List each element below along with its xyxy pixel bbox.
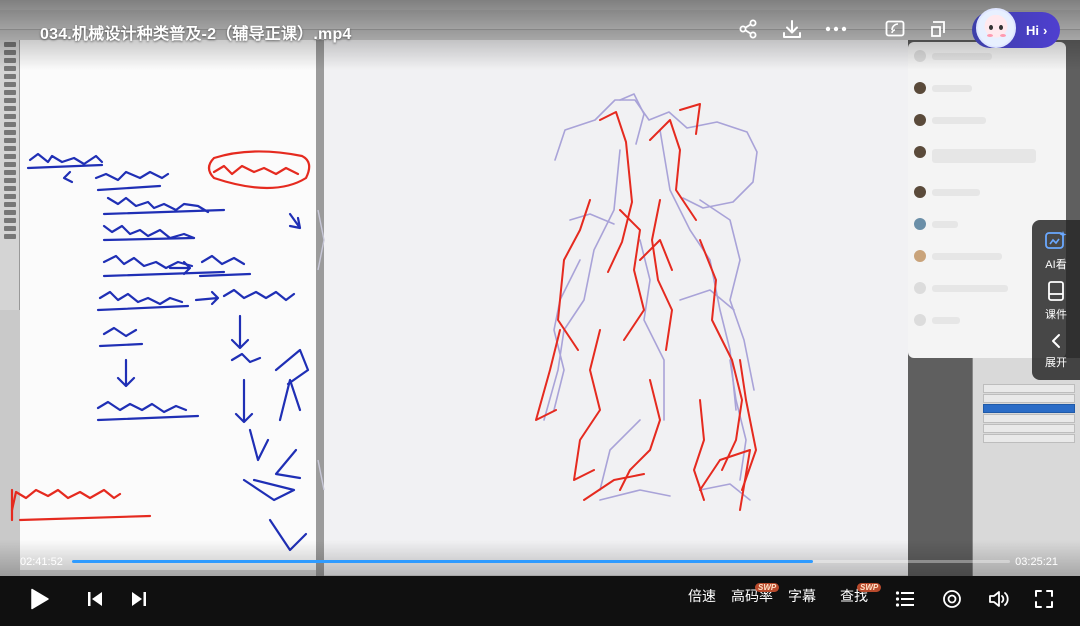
- pip-icon: [931, 21, 945, 37]
- faint-left-sketch: [317, 209, 325, 491]
- progress-fill: [72, 560, 814, 563]
- fullscreen-button[interactable]: [1029, 584, 1059, 614]
- video-player[interactable]: 034.机械设计种类普及-2（辅导正课）.mp4 Hi › AI看 课件 展开 …: [0, 0, 1080, 626]
- share-icon: [739, 19, 757, 39]
- side-menu: AI看 课件 展开: [1032, 220, 1080, 380]
- target-icon: [943, 590, 961, 608]
- cast-icon: [885, 20, 905, 37]
- quality-button[interactable]: 高码率 SWP: [731, 583, 780, 606]
- chevron-left-icon: [1052, 334, 1060, 348]
- search-button[interactable]: 查找 SWP: [840, 583, 882, 606]
- side-item-label: AI看: [1045, 259, 1067, 271]
- search-badge: SWP: [857, 583, 882, 592]
- lavender-construction-lines: [543, 93, 758, 501]
- play-icon: [31, 588, 49, 610]
- blue-handwritten-notes: [26, 152, 310, 552]
- next-button[interactable]: [124, 584, 154, 614]
- controls-bar: 倍速 高码率 SWP 字幕 查找 SWP: [0, 576, 1080, 626]
- subtitle-button[interactable]: 字幕: [788, 586, 816, 606]
- danmaku-button[interactable]: [937, 584, 967, 614]
- play-button[interactable]: [24, 584, 54, 614]
- skip-next-icon: [132, 592, 146, 606]
- more-button[interactable]: [822, 15, 850, 43]
- side-item-label: 课件: [1045, 309, 1067, 321]
- chevron-right-icon: ›: [1043, 22, 1048, 38]
- assistant-avatar: [976, 8, 1016, 48]
- download-button[interactable]: [778, 15, 806, 43]
- volume-button[interactable]: [984, 584, 1014, 614]
- share-button[interactable]: [734, 15, 762, 43]
- video-frame: [0, 0, 1080, 586]
- side-item-label: 展开: [1045, 357, 1067, 369]
- speed-button[interactable]: 倍速: [688, 586, 716, 606]
- download-icon: [783, 20, 801, 38]
- current-time: 02:41:52: [20, 556, 63, 568]
- playlist-icon: [895, 591, 914, 607]
- assistant-label: Hi: [1026, 22, 1039, 38]
- assistant-button[interactable]: Hi ›: [972, 8, 1060, 48]
- fullscreen-icon: [1035, 590, 1053, 608]
- previous-button[interactable]: [80, 584, 110, 614]
- more-icon: [825, 26, 847, 32]
- side-item-courseware[interactable]: 课件: [1032, 276, 1080, 326]
- total-time: 03:25:21: [1015, 556, 1058, 568]
- courseware-icon: [1048, 281, 1064, 301]
- cast-button[interactable]: [881, 15, 909, 43]
- video-title: 034.机械设计种类普及-2（辅导正课）.mp4: [40, 26, 352, 43]
- red-handwritten-notes: [10, 150, 311, 522]
- pip-button[interactable]: [925, 15, 953, 43]
- volume-icon: [989, 591, 1009, 607]
- quality-badge: SWP: [755, 583, 780, 592]
- side-item-expand[interactable]: 展开: [1032, 326, 1080, 376]
- skip-previous-icon: [88, 592, 102, 606]
- progress-bar[interactable]: [72, 560, 1010, 563]
- ai-view-icon: [1045, 231, 1067, 249]
- side-item-ai-view[interactable]: AI看: [1032, 226, 1080, 276]
- playlist-button[interactable]: [890, 584, 920, 614]
